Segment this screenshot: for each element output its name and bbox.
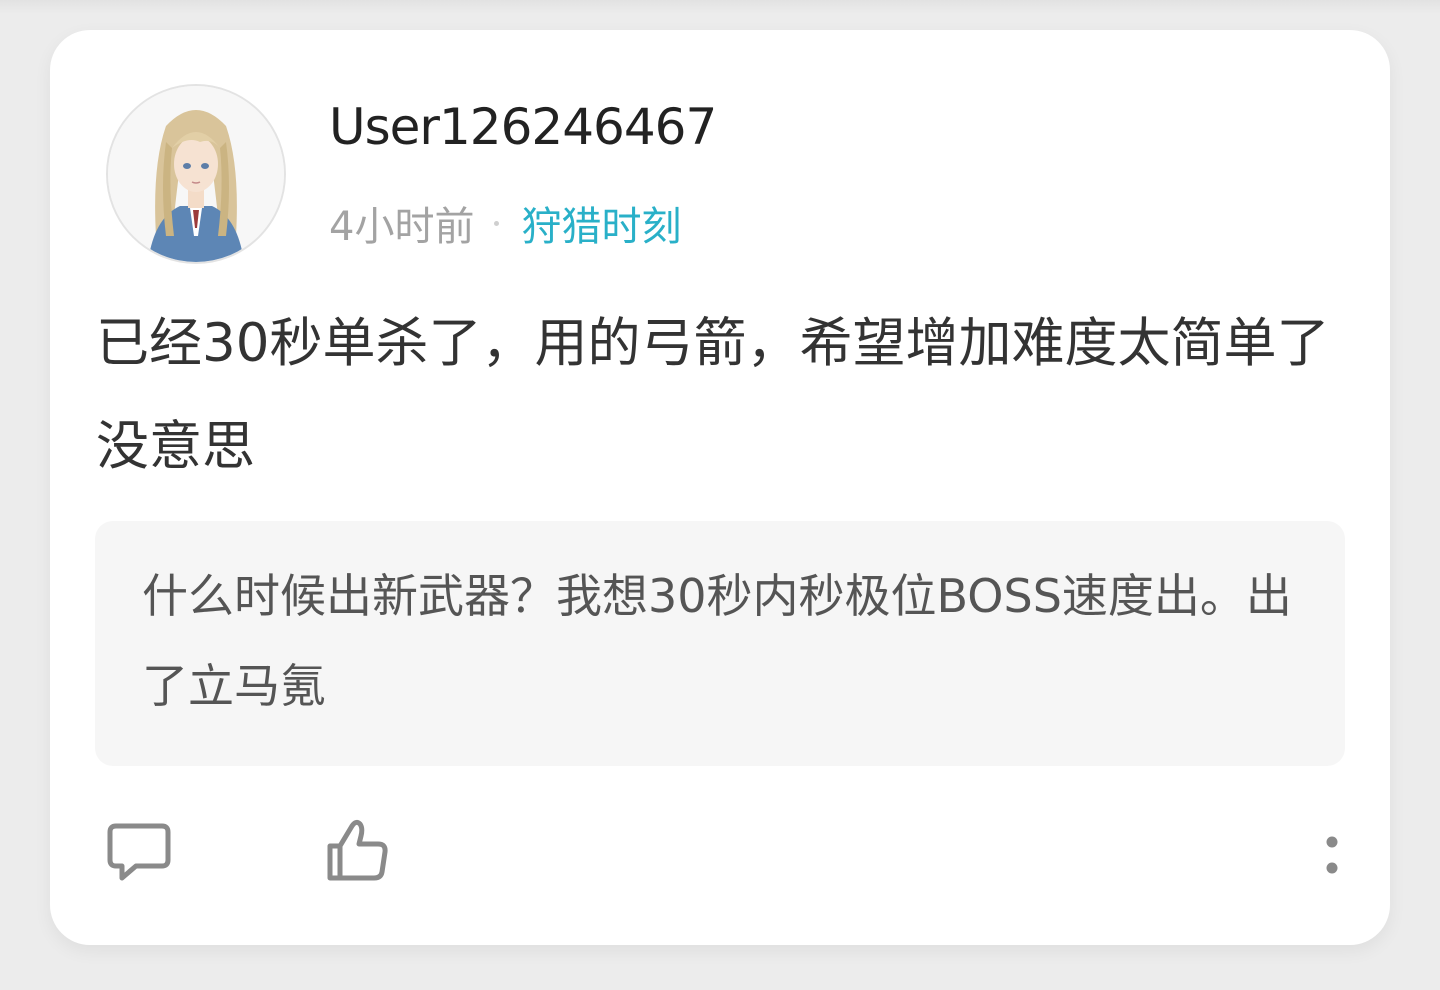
post-meta: 4小时前 狩猎时刻	[329, 194, 681, 252]
more-options-button[interactable]	[1312, 830, 1352, 884]
quoted-post-text: 什么时候出新武器？我想30秒内秒极位BOSS速度出。出了立马氪	[142, 569, 1292, 713]
avatar[interactable]	[106, 84, 286, 264]
comment-button[interactable]	[106, 820, 174, 886]
username[interactable]: User126246467	[329, 98, 717, 156]
comment-icon	[107, 823, 171, 881]
like-button[interactable]	[324, 816, 392, 886]
post-time: 4小时前	[329, 204, 475, 250]
post-category-link[interactable]: 狩猎时刻	[521, 194, 681, 252]
meta-separator-dot	[494, 220, 500, 226]
post-body: 已经30秒单杀了，用的弓箭，希望增加难度太简单了没意思	[96, 313, 1330, 477]
thumbs-up-icon	[327, 819, 388, 881]
more-vertical-icon	[1326, 836, 1338, 874]
top-background-strip	[0, 0, 1440, 14]
quoted-post[interactable]: 什么时候出新武器？我想30秒内秒极位BOSS速度出。出了立马氪	[95, 521, 1345, 766]
avatar-image	[108, 86, 284, 262]
post-card: User126246467 4小时前 狩猎时刻 已经30秒单杀了，用的弓箭，希望…	[50, 30, 1390, 945]
